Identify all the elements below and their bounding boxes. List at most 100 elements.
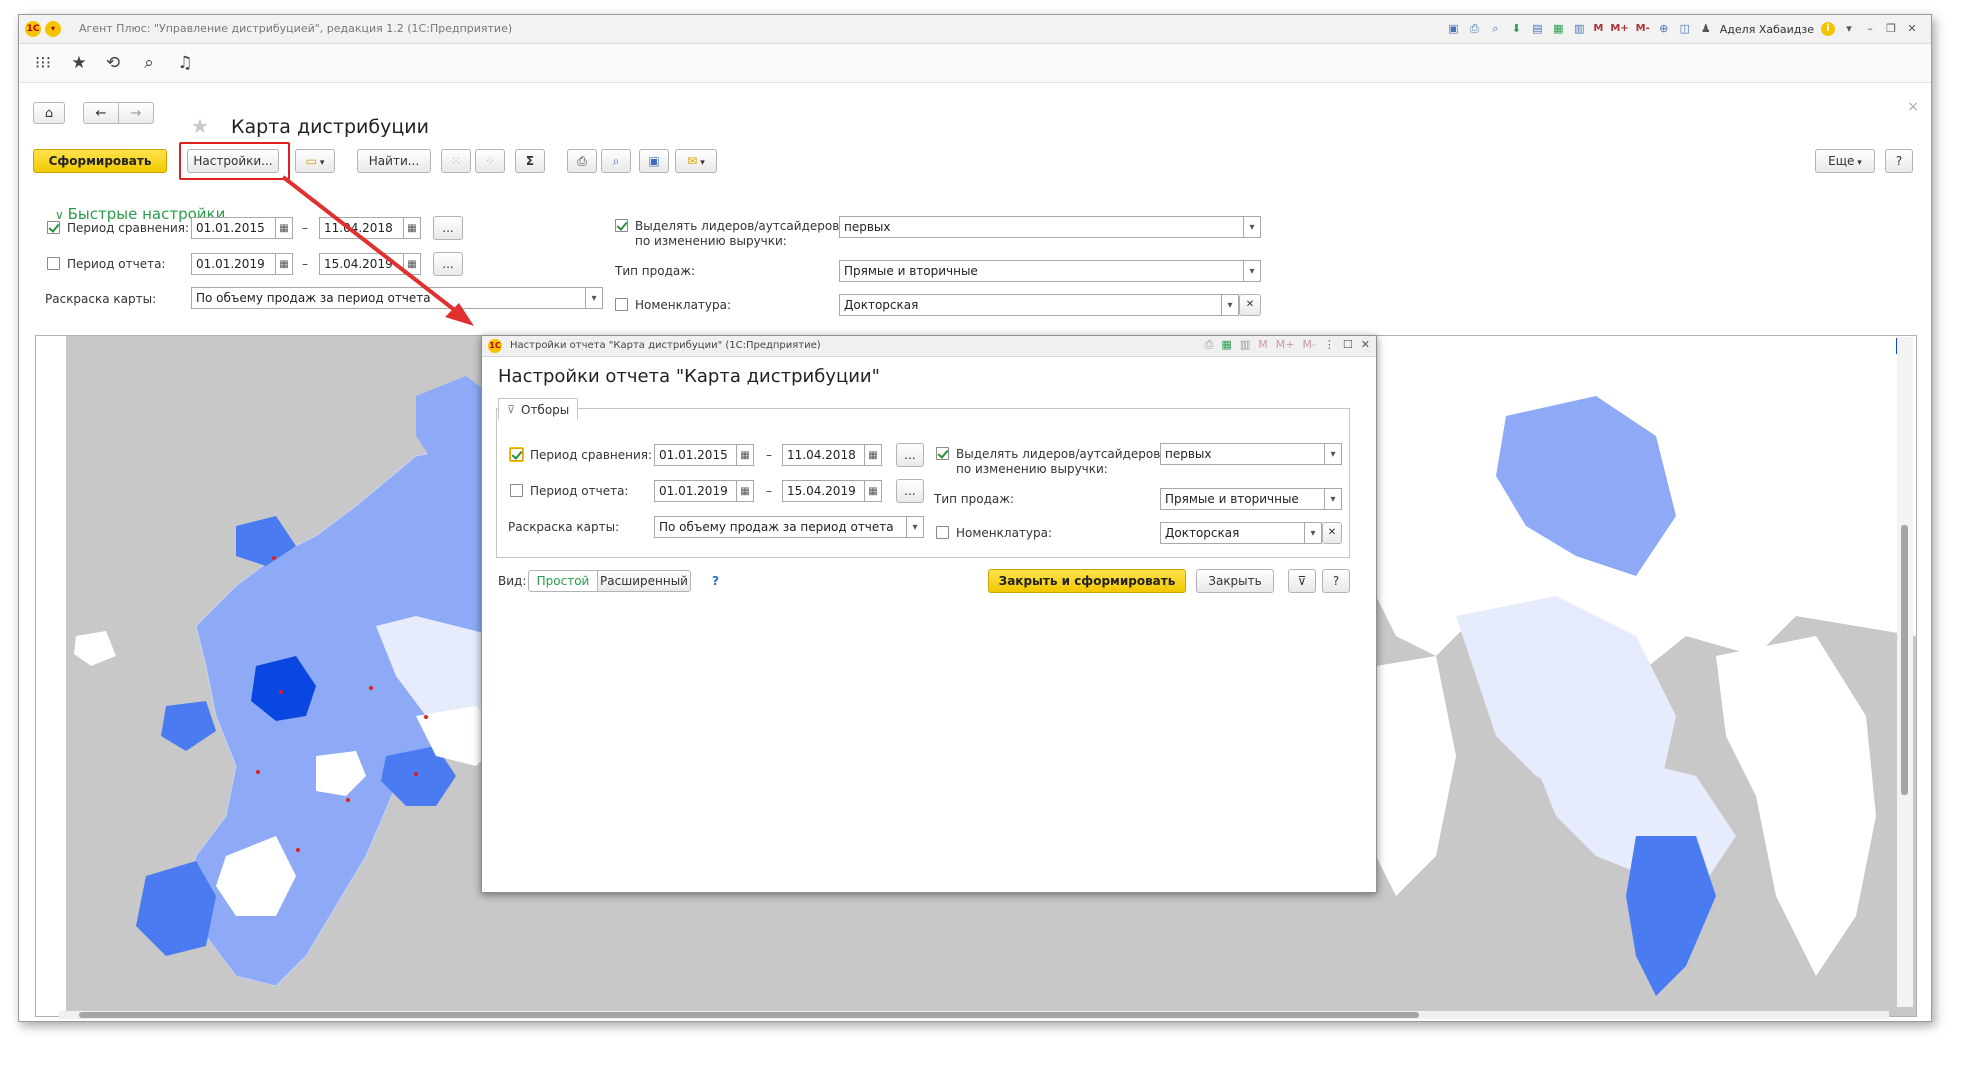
- tab-filters[interactable]: ⊽ Отборы: [498, 398, 578, 420]
- memory-m-button[interactable]: M: [1258, 338, 1268, 352]
- nomenclature-input[interactable]: Докторская ▾: [839, 294, 1239, 316]
- chevron-down-icon[interactable]: ▾: [585, 288, 602, 308]
- filter-settings-button[interactable]: ⊽: [1288, 569, 1316, 593]
- calendar-icon[interactable]: ▦: [403, 254, 420, 274]
- dialog-report-period-from-input[interactable]: 01.01.2019 ▦: [654, 480, 754, 502]
- horizontal-scroll-thumb[interactable]: [79, 1012, 1419, 1018]
- save-button[interactable]: ▣: [639, 149, 669, 173]
- close-page-icon[interactable]: ×: [1907, 99, 1919, 115]
- chevron-down-icon[interactable]: ▾: [906, 517, 923, 537]
- favorite-star-icon[interactable]: ★: [191, 114, 209, 138]
- memory-plus-button[interactable]: M+: [1276, 338, 1295, 352]
- apps-grid-icon[interactable]: ⁝⁝⁝: [33, 53, 53, 73]
- chevron-down-icon[interactable]: ▾: [1243, 217, 1260, 237]
- favorites-star-icon[interactable]: ★: [69, 53, 89, 73]
- memory-plus-button[interactable]: M+: [1610, 22, 1628, 36]
- dialog-close-button[interactable]: Закрыть: [1196, 569, 1274, 593]
- maximize-icon[interactable]: ☐: [1343, 338, 1353, 352]
- calendar-icon[interactable]: ▦: [403, 218, 420, 238]
- report-period-from-input[interactable]: 01.01.2019 ▦: [191, 253, 293, 275]
- home-button[interactable]: ⌂: [33, 102, 65, 124]
- user-name[interactable]: Аделя Хабаидзе: [1720, 23, 1814, 36]
- comparison-period-checkbox[interactable]: [47, 221, 60, 234]
- close-dialog-icon[interactable]: ✕: [1361, 338, 1370, 352]
- calendar-icon[interactable]: ▦: [1221, 338, 1231, 352]
- zoom-icon[interactable]: ⊕: [1657, 22, 1671, 36]
- preview-icon[interactable]: ⌕: [1488, 22, 1502, 36]
- memory-minus-button[interactable]: M-: [1302, 338, 1315, 352]
- variants-dropdown-button[interactable]: ▭ ▾: [295, 149, 335, 173]
- dialog-nomenclature-clear-button[interactable]: ✕: [1322, 522, 1342, 544]
- view-simple-button[interactable]: Простой: [528, 570, 598, 592]
- comparison-period-from-input[interactable]: 01.01.2015 ▦: [191, 217, 293, 239]
- info-icon[interactable]: i: [1821, 22, 1835, 36]
- dialog-nomenclature-input[interactable]: Докторская ▾: [1160, 522, 1322, 544]
- dialog-map-coloring-select[interactable]: По объему продаж за период отчета ▾: [654, 516, 924, 538]
- nomenclature-clear-button[interactable]: ✕: [1239, 294, 1261, 316]
- chevron-down-icon[interactable]: ▾: [1324, 489, 1341, 509]
- map-coloring-select[interactable]: По объему продаж за период отчета ▾: [191, 287, 603, 309]
- calendar-icon[interactable]: ▦: [736, 481, 753, 501]
- dialog-help-button[interactable]: ?: [1322, 569, 1350, 593]
- print-icon[interactable]: ⎙: [1205, 338, 1214, 352]
- dialog-report-period-checkbox[interactable]: [510, 484, 523, 497]
- calendar2-icon[interactable]: ▥: [1572, 22, 1586, 36]
- dialog-report-period-select-button[interactable]: ...: [896, 479, 924, 503]
- report-period-to-input[interactable]: 15.04.2019 ▦: [319, 253, 421, 275]
- notifications-bell-icon[interactable]: ♫: [175, 53, 195, 73]
- view-extended-button[interactable]: Расширенный: [597, 570, 691, 592]
- dialog-highlight-leaders-select[interactable]: первых ▾: [1160, 443, 1342, 465]
- dialog-sales-type-select[interactable]: Прямые и вторичные ▾: [1160, 488, 1342, 510]
- more-options-icon[interactable]: ⋮: [1324, 338, 1335, 352]
- calendar-icon[interactable]: ▦: [864, 481, 881, 501]
- search-icon[interactable]: ⌕: [139, 53, 159, 73]
- restore-icon[interactable]: ❐: [1884, 22, 1898, 36]
- expand-groups-button[interactable]: ⁙: [441, 149, 471, 173]
- forward-button[interactable]: →: [118, 102, 154, 124]
- sum-button[interactable]: Σ: [515, 149, 545, 173]
- highlight-leaders-checkbox[interactable]: [615, 219, 628, 232]
- print2-icon[interactable]: ▤: [1530, 22, 1544, 36]
- minimize-icon[interactable]: –: [1863, 22, 1877, 36]
- chevron-down-icon[interactable]: ▾: [1304, 523, 1321, 543]
- vertical-scroll-thumb[interactable]: [1901, 525, 1908, 795]
- nomenclature-checkbox[interactable]: [615, 298, 628, 311]
- chevron-down-icon[interactable]: ▾: [1221, 295, 1238, 315]
- collapse-groups-button[interactable]: ⁘: [475, 149, 505, 173]
- dialog-highlight-leaders-checkbox[interactable]: [936, 447, 949, 460]
- comparison-period-select-button[interactable]: ...: [433, 216, 463, 240]
- memory-m-button[interactable]: M: [1593, 22, 1603, 36]
- send-email-button[interactable]: ✉ ▾: [675, 149, 717, 173]
- memory-minus-button[interactable]: M-: [1636, 22, 1650, 36]
- close-and-generate-button[interactable]: Закрыть и сформировать: [988, 569, 1186, 593]
- report-period-select-button[interactable]: ...: [433, 252, 463, 276]
- dialog-comparison-period-from-input[interactable]: 01.01.2015 ▦: [654, 444, 754, 466]
- dialog-report-period-to-input[interactable]: 15.04.2019 ▦: [782, 480, 882, 502]
- history-icon[interactable]: ⟲: [103, 53, 123, 73]
- map-vertical-scrollbar[interactable]: [1897, 337, 1913, 1007]
- calendar-icon[interactable]: ▦: [1551, 22, 1565, 36]
- report-period-checkbox[interactable]: [47, 257, 60, 270]
- panels-icon[interactable]: ◫: [1678, 22, 1692, 36]
- dialog-comparison-period-select-button[interactable]: ...: [896, 443, 924, 467]
- highlight-leaders-select[interactable]: первых ▾: [839, 216, 1261, 238]
- view-help-link[interactable]: ?: [712, 574, 719, 588]
- calendar-icon[interactable]: ▦: [864, 445, 881, 465]
- chevron-down-icon[interactable]: ▾: [1324, 444, 1341, 464]
- download-icon[interactable]: ⬇: [1509, 22, 1523, 36]
- calendar-icon[interactable]: ▦: [275, 254, 292, 274]
- more-button[interactable]: Еще ▾: [1815, 149, 1875, 173]
- save-icon[interactable]: ▣: [1446, 22, 1460, 36]
- dialog-nomenclature-checkbox[interactable]: [936, 526, 949, 539]
- calendar2-icon[interactable]: ▥: [1240, 338, 1250, 352]
- calendar-icon[interactable]: ▦: [275, 218, 292, 238]
- dialog-comparison-period-checkbox[interactable]: [510, 448, 523, 461]
- back-button[interactable]: ←: [83, 102, 119, 124]
- find-button[interactable]: Найти...: [357, 149, 431, 173]
- print-icon[interactable]: ⎙: [1467, 22, 1481, 36]
- close-window-icon[interactable]: ✕: [1905, 22, 1919, 36]
- print-button[interactable]: ⎙: [567, 149, 597, 173]
- generate-button[interactable]: Сформировать: [33, 149, 167, 173]
- dialog-comparison-period-to-input[interactable]: 11.04.2018 ▦: [782, 444, 882, 466]
- chevron-down-icon[interactable]: ▾: [1842, 22, 1856, 36]
